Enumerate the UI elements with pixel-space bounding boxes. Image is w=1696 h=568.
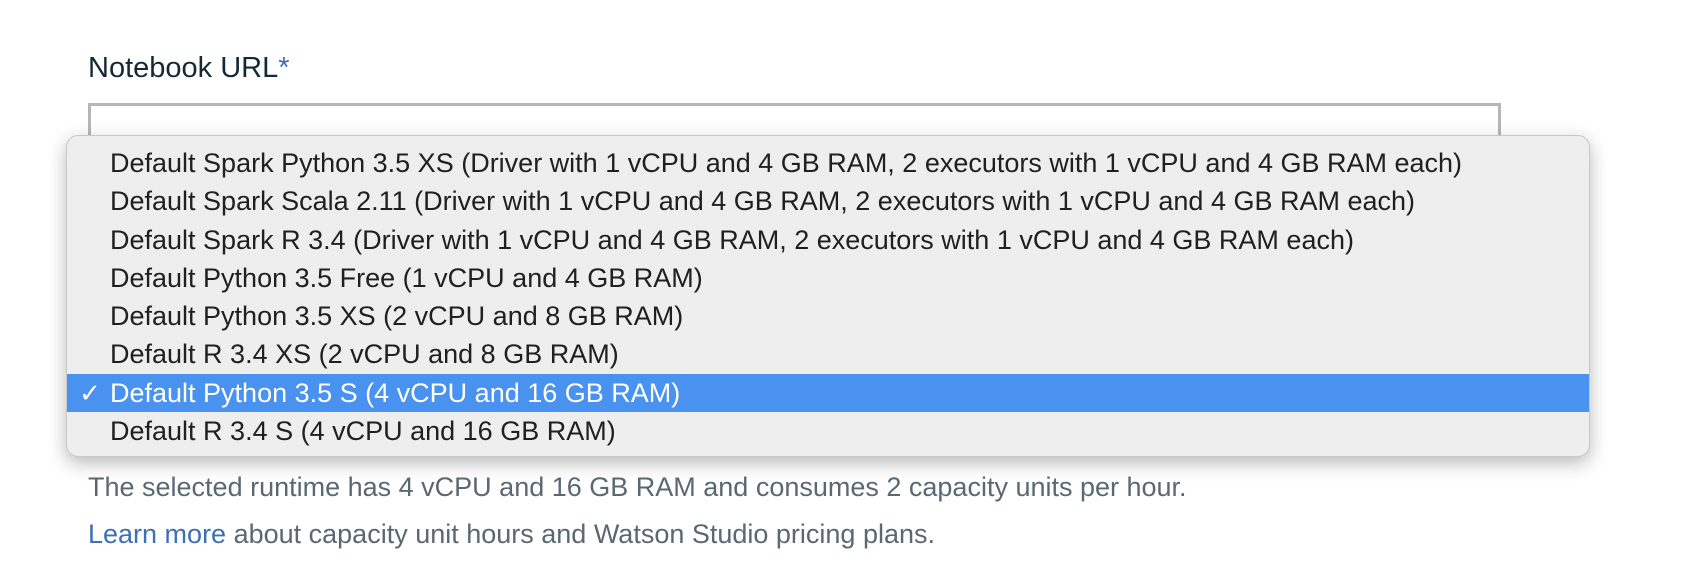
runtime-dropdown-menu[interactable]: Default Spark Python 3.5 XS (Driver with…: [66, 135, 1590, 457]
checkmark-icon: ✓: [79, 377, 101, 408]
notebook-url-label-text: Notebook URL: [88, 52, 279, 84]
required-mark: *: [278, 52, 290, 84]
runtime-option-label: Default Spark Python 3.5 XS (Driver with…: [110, 148, 1463, 178]
notebook-url-label: Notebook URL*: [88, 50, 290, 86]
runtime-description: The selected runtime has 4 vCPU and 16 G…: [88, 472, 1187, 502]
runtime-option-label: Default R 3.4 XS (2 vCPU and 8 GB RAM): [110, 339, 619, 370]
runtime-option[interactable]: Default Python 3.5 Free (1 vCPU and 4 GB…: [67, 259, 1589, 297]
runtime-option-label: Default R 3.4 S (4 vCPU and 16 GB RAM): [110, 416, 616, 447]
runtime-option[interactable]: Default R 3.4 S (4 vCPU and 16 GB RAM): [67, 412, 1589, 450]
learn-more-suffix: about capacity unit hours and Watson Stu…: [226, 519, 935, 549]
runtime-option[interactable]: Default Spark Python 3.5 XS (Driver with…: [67, 144, 1589, 182]
learn-more-line: Learn more about capacity unit hours and…: [88, 516, 935, 552]
runtime-option[interactable]: Default Python 3.5 XS (2 vCPU and 8 GB R…: [67, 297, 1589, 335]
runtime-option[interactable]: Default Spark Scala 2.11 (Driver with 1 …: [67, 182, 1589, 220]
runtime-option[interactable]: Default Spark R 3.4 (Driver with 1 vCPU …: [67, 221, 1589, 259]
runtime-option-selected[interactable]: ✓ Default Python 3.5 S (4 vCPU and 16 GB…: [67, 373, 1589, 413]
runtime-option-label: Default Spark Scala 2.11 (Driver with 1 …: [110, 186, 1416, 217]
learn-more-link[interactable]: Learn more: [88, 519, 226, 549]
runtime-option[interactable]: Default R 3.4 XS (2 vCPU and 8 GB RAM): [67, 335, 1589, 373]
runtime-option-label: Default Python 3.5 Free (1 vCPU and 4 GB…: [110, 262, 703, 293]
runtime-option-label: Default Python 3.5 S (4 vCPU and 16 GB R…: [110, 377, 681, 408]
runtime-option-label: Default Spark R 3.4 (Driver with 1 vCPU …: [110, 224, 1354, 255]
runtime-option-label: Default Python 3.5 XS (2 vCPU and 8 GB R…: [110, 301, 684, 332]
